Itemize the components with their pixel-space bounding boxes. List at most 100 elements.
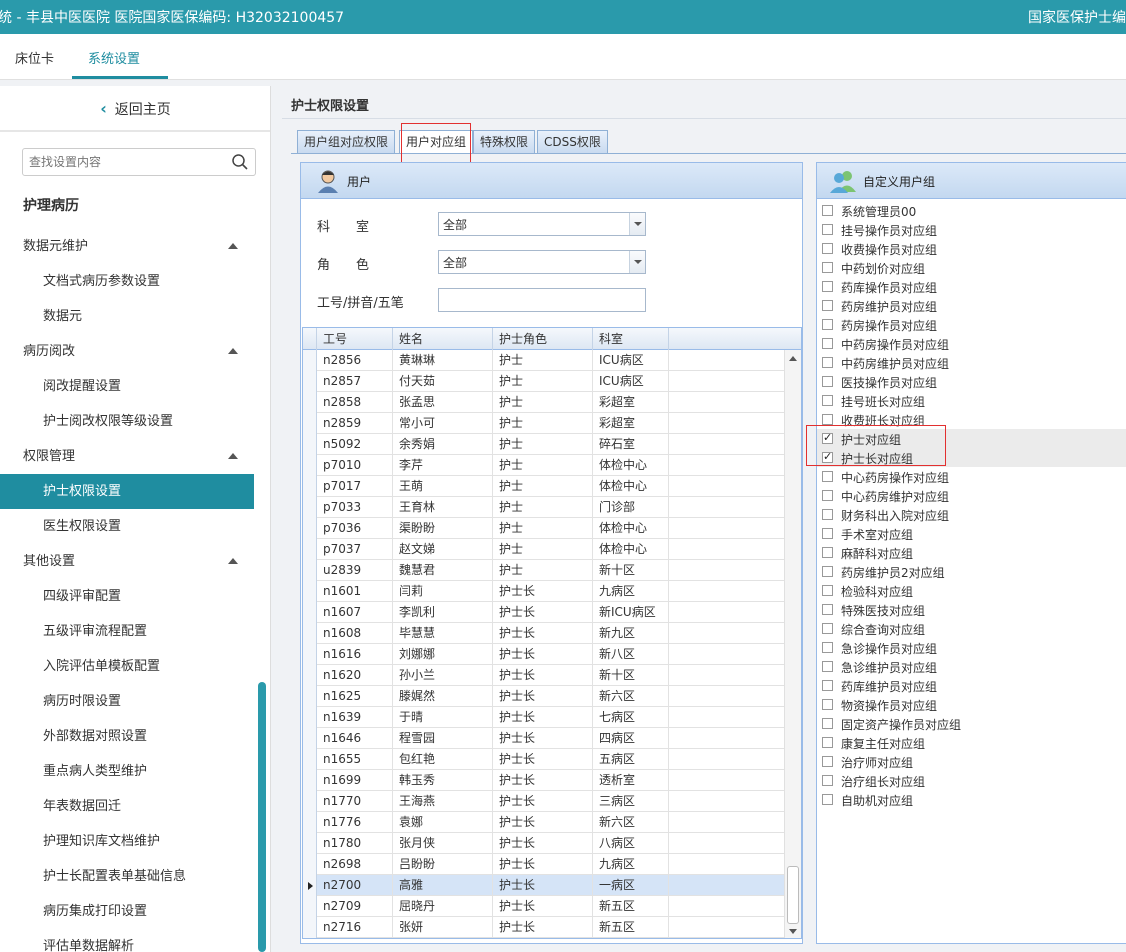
sidebar-item[interactable]: 病历时限设置 [0,684,254,719]
cell-id[interactable]: n2700 [317,875,393,896]
cell-dept[interactable]: 新十区 [593,560,669,581]
group-checkbox[interactable] [822,547,833,558]
cell-name[interactable]: 刘娜娜 [393,644,493,665]
group-checkbox[interactable] [822,585,833,596]
table-row[interactable]: n1620 孙小兰 护士长 新十区 [303,665,785,686]
role-select[interactable]: 全部 [438,250,646,274]
cell-id[interactable]: n2859 [317,413,393,434]
group-checkbox[interactable] [822,224,833,235]
table-row[interactable]: n2859 常小可 护士 彩超室 [303,413,785,434]
back-home-button[interactable]: ‹ 返回主页 [0,86,270,132]
cell-id[interactable]: n1608 [317,623,393,644]
table-row[interactable]: n1780 张月侠 护士长 八病区 [303,833,785,854]
row-indicator[interactable] [303,854,317,875]
row-indicator[interactable] [303,350,317,371]
col-header-id[interactable]: 工号 [317,328,393,350]
group-checkbox[interactable] [822,205,833,216]
row-indicator[interactable] [303,497,317,518]
cell-role[interactable]: 护士 [493,518,593,539]
cell-role[interactable]: 护士长 [493,896,593,917]
cell-name[interactable]: 张孟思 [393,392,493,413]
cell-id[interactable]: n2858 [317,392,393,413]
group-list-item[interactable]: 麻醉科对应组 [817,543,1126,562]
table-row[interactable]: n1625 滕娓然 护士长 新六区 [303,686,785,707]
group-list-item[interactable]: 中心药房维护对应组 [817,486,1126,505]
group-list-item[interactable]: 物资操作员对应组 [817,695,1126,714]
table-row[interactable]: p7033 王育林 护士 门诊部 [303,497,785,518]
sidebar-item[interactable]: 病历集成打印设置 [0,894,254,929]
sidebar-item[interactable]: 评估单数据解析 [0,929,254,952]
cell-name[interactable]: 滕娓然 [393,686,493,707]
group-list-item[interactable]: 中药房维护员对应组 [817,353,1126,372]
scroll-down-icon[interactable] [789,929,797,934]
cell-dept[interactable]: 九病区 [593,854,669,875]
sidebar-scrollbar[interactable] [258,682,266,952]
cell-dept[interactable]: 新ICU病区 [593,602,669,623]
cell-dept[interactable]: 体检中心 [593,539,669,560]
group-checkbox[interactable] [822,756,833,767]
cell-id[interactable]: p7036 [317,518,393,539]
cell-dept[interactable]: 新五区 [593,896,669,917]
cell-role[interactable]: 护士长 [493,875,593,896]
group-checkbox[interactable] [822,794,833,805]
user-search-input[interactable] [438,288,646,312]
sidebar-item[interactable]: 护理知识库文档维护 [0,824,254,859]
tab-special-permissions[interactable]: 特殊权限 [473,130,536,154]
tab-group-permissions[interactable]: 用户组对应权限 [297,130,396,154]
cell-role[interactable]: 护士 [493,455,593,476]
group-list-item[interactable]: 急诊维护员对应组 [817,657,1126,676]
group-checkbox[interactable] [822,300,833,311]
cell-name[interactable]: 王育林 [393,497,493,518]
cell-dept[interactable]: 八病区 [593,833,669,854]
cell-role[interactable]: 护士长 [493,602,593,623]
cell-id[interactable]: u2839 [317,560,393,581]
cell-dept[interactable]: 彩超室 [593,413,669,434]
settings-search-input[interactable] [23,149,223,175]
sidebar-item[interactable]: 年表数据回迁 [0,789,254,824]
cell-id[interactable]: n1625 [317,686,393,707]
cell-dept[interactable]: 三病区 [593,791,669,812]
group-list-item[interactable]: 自助机对应组 [817,790,1126,809]
table-row[interactable]: n1607 李凯利 护士长 新ICU病区 [303,602,785,623]
cell-role[interactable]: 护士长 [493,623,593,644]
row-indicator[interactable] [303,728,317,749]
sidebar-group[interactable]: 病历阅改 [0,334,254,369]
group-list-item[interactable]: 药库维护员对应组 [817,676,1126,695]
table-row[interactable]: n2709 屈晓丹 护士长 新五区 [303,896,785,917]
table-row[interactable]: n2700 高雅 护士长 一病区 [303,875,785,896]
row-indicator[interactable] [303,518,317,539]
chevron-down-icon[interactable] [629,251,645,273]
group-checkbox[interactable] [822,718,833,729]
cell-dept[interactable]: 体检中心 [593,518,669,539]
cell-role[interactable]: 护士 [493,434,593,455]
group-checkbox[interactable] [822,661,833,672]
cell-dept[interactable]: 碎石室 [593,434,669,455]
group-list-item[interactable]: 财务科出入院对应组 [817,505,1126,524]
row-indicator[interactable] [303,371,317,392]
group-list-item[interactable]: 药房维护员对应组 [817,296,1126,315]
cell-name[interactable]: 毕慧慧 [393,623,493,644]
row-indicator[interactable] [303,602,317,623]
row-indicator[interactable] [303,917,317,938]
row-indicator[interactable] [303,812,317,833]
cell-name[interactable]: 余秀娟 [393,434,493,455]
cell-role[interactable]: 护士 [493,476,593,497]
tab-system-settings[interactable]: 系统设置 [88,48,140,67]
table-row[interactable]: n2857 付天茹 护士 ICU病区 [303,371,785,392]
dept-select[interactable]: 全部 [438,212,646,236]
table-row[interactable]: n1616 刘娜娜 护士长 新八区 [303,644,785,665]
cell-name[interactable]: 王海燕 [393,791,493,812]
collapse-arrow-icon[interactable] [228,243,238,249]
row-indicator[interactable] [303,875,317,896]
col-header-name[interactable]: 姓名 [393,328,493,350]
group-list-item[interactable]: 收费操作员对应组 [817,239,1126,258]
row-indicator[interactable] [303,623,317,644]
cell-role[interactable]: 护士长 [493,728,593,749]
cell-role[interactable]: 护士长 [493,686,593,707]
cell-id[interactable]: n1655 [317,749,393,770]
cell-name[interactable]: 王萌 [393,476,493,497]
cell-name[interactable]: 渠盼盼 [393,518,493,539]
row-indicator[interactable] [303,539,317,560]
table-row[interactable]: n1601 闫莉 护士长 九病区 [303,581,785,602]
cell-dept[interactable]: 门诊部 [593,497,669,518]
